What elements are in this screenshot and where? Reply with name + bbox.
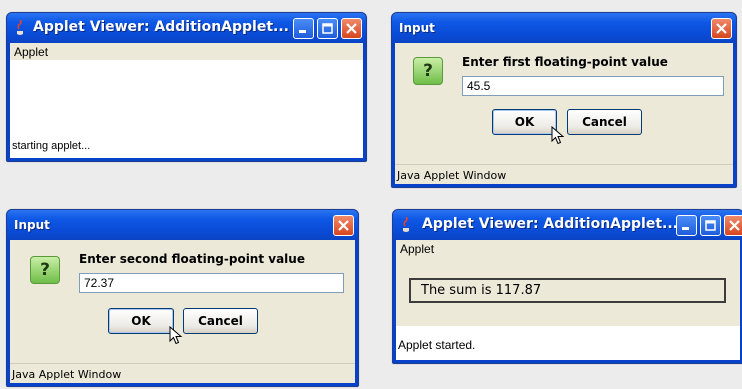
close-button[interactable] [333,215,354,236]
minimize-icon [682,227,689,230]
prompt-label: Enter second floating-point value [79,252,305,266]
cancel-button[interactable]: Cancel [567,109,642,135]
close-icon [729,220,740,231]
value-input[interactable]: 45.5 [462,76,724,96]
java-cup-icon [403,217,409,232]
prompt-label: Enter first floating-point value [462,55,668,69]
maximize-button[interactable] [700,215,721,236]
close-icon [338,220,349,231]
window-title: Applet Viewer: AdditionApplet... [422,216,678,232]
maximize-icon [322,23,333,34]
input-dialog-first: Input ? Enter first floating-point value… [391,12,737,188]
mouse-pointer-icon [551,126,565,145]
cancel-button[interactable]: Cancel [183,308,258,334]
applet-menu[interactable]: Applet [400,242,434,256]
dialog-title: Input [14,218,50,232]
applet-viewer-window-start: Applet Viewer: AdditionApplet... Applet … [6,12,367,162]
dialog-body: ? Enter first floating-point value 45.5 … [395,43,733,184]
applet-window-footer: Java Applet Window [10,363,355,383]
question-icon: ? [413,57,443,85]
dialog-title: Input [399,21,435,35]
minimize-button[interactable] [293,18,314,39]
applet-area: Applet starting applet... [10,43,363,158]
maximize-button[interactable] [317,18,338,39]
java-cup-icon [17,20,23,35]
dialog-body: ? Enter second floating-point value 72.3… [10,240,355,383]
value-input[interactable]: 72.37 [79,273,344,293]
applet-area: Applet The sum is 117.87 Applet started. [396,240,740,360]
title-bar[interactable]: Input [7,210,358,240]
ok-button[interactable]: OK [492,109,557,135]
minimize-button[interactable] [676,215,697,236]
window-title: Applet Viewer: AdditionApplet... [33,19,289,35]
maximize-icon [705,220,716,231]
applet-window-footer: Java Applet Window [395,164,733,184]
mouse-pointer-icon [169,326,183,345]
applet-menu[interactable]: Applet [10,43,363,60]
status-text: starting applet... [12,140,91,152]
title-bar[interactable]: Applet Viewer: AdditionApplet... [7,13,366,43]
question-icon: ? [30,256,60,284]
close-button[interactable] [341,18,362,39]
close-button[interactable] [711,18,732,39]
title-bar[interactable]: Applet Viewer: AdditionApplet... [393,210,742,240]
close-icon [716,23,727,34]
close-button[interactable] [724,215,742,236]
status-text: Applet started. [398,338,476,352]
input-dialog-second: Input ? Enter second floating-point valu… [6,209,359,387]
ok-button[interactable]: OK [108,308,174,334]
close-icon [346,23,357,34]
title-bar[interactable]: Input [392,13,736,43]
applet-viewer-window-result: Applet Viewer: AdditionApplet... Applet … [392,209,742,364]
result-label: The sum is 117.87 [409,278,726,303]
minimize-icon [299,30,306,33]
